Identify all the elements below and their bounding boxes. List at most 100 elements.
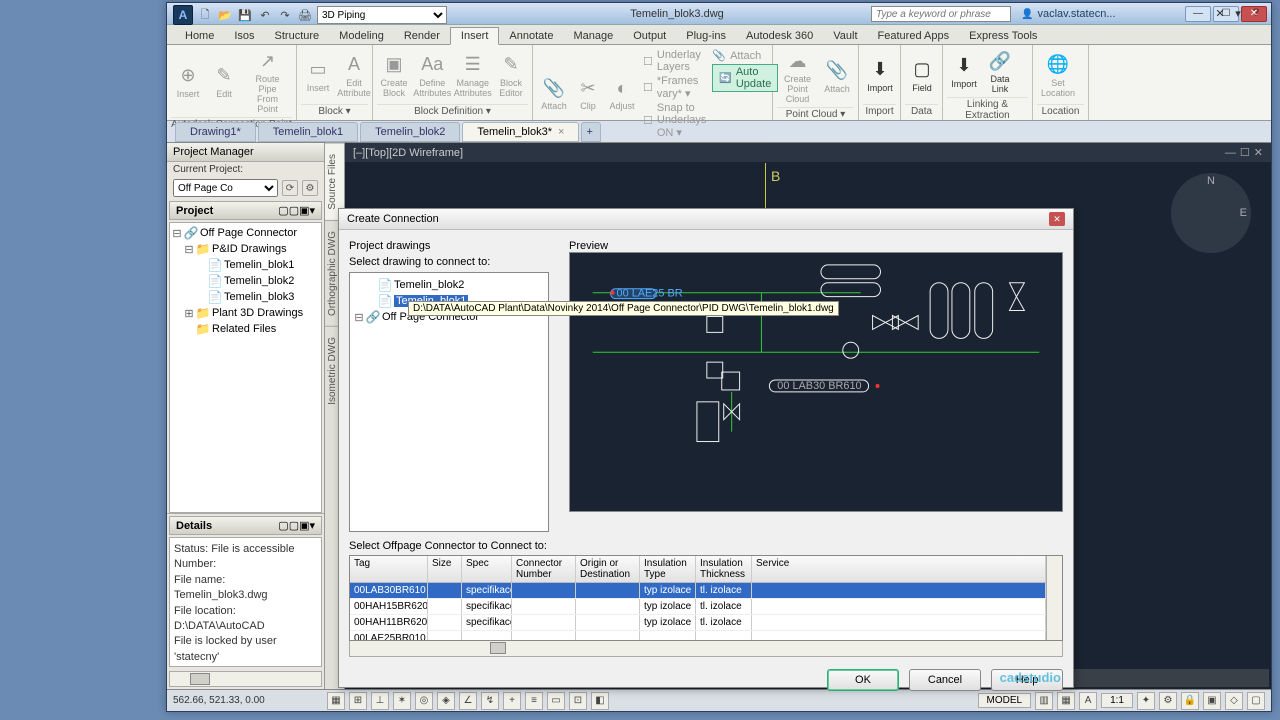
- model-space-button[interactable]: MODEL: [978, 693, 1032, 708]
- sb-grid-icon[interactable]: ⊞: [349, 692, 367, 710]
- sb-clean-icon[interactable]: ▢: [1247, 692, 1265, 710]
- ribbon-tab-annotate[interactable]: Annotate: [499, 28, 563, 44]
- sb-ducs-icon[interactable]: ↯: [481, 692, 499, 710]
- drawing-tab[interactable]: Temelin_blok1: [258, 122, 358, 142]
- sb-polar-icon[interactable]: ✶: [393, 692, 411, 710]
- ribbon-tab-autodesk-360[interactable]: Autodesk 360: [736, 28, 823, 44]
- edit-button[interactable]: AEditAttribute: [337, 47, 371, 104]
- ribbon-tab-isos[interactable]: Isos: [224, 28, 264, 44]
- grid-row[interactable]: 00HAH15BR620specifikacetyp izolacetl. iz…: [350, 599, 1046, 615]
- open-icon[interactable]: 📂: [217, 7, 233, 23]
- tree-node[interactable]: 📄Temelin_blok1: [172, 257, 319, 273]
- grid-row[interactable]: 00HAH11BR620specifikacetyp izolacetl. iz…: [350, 615, 1046, 631]
- grid-hscroll[interactable]: [349, 641, 1063, 657]
- sb-lock-icon[interactable]: 🔒: [1181, 692, 1199, 710]
- sb-ann-icon[interactable]: A: [1079, 692, 1097, 710]
- sb-lwt-icon[interactable]: ≡: [525, 692, 543, 710]
- undo-icon[interactable]: ↶: [257, 7, 273, 23]
- adjust-button[interactable]: ◐Adjust: [605, 47, 639, 141]
- import-button[interactable]: ⬇Import: [863, 47, 897, 104]
- drawing-tab[interactable]: Temelin_blok2: [360, 122, 460, 142]
- sb-layout-icon[interactable]: ▥: [1035, 692, 1053, 710]
- dialog-drawing-tree[interactable]: 📄Temelin_blok2📄Temelin_blok1⊟🔗Off Page C…: [349, 272, 549, 532]
- scale-button[interactable]: 1:1: [1101, 693, 1133, 708]
- tree-node[interactable]: 📄Temelin_blok3: [172, 289, 319, 305]
- ribbon-tab-express-tools[interactable]: Express Tools: [959, 28, 1047, 44]
- minimize-button[interactable]: —: [1185, 6, 1211, 22]
- search-input[interactable]: [871, 6, 1011, 22]
- ok-button[interactable]: OK: [827, 669, 899, 691]
- tree-node[interactable]: ⊟📁P&ID Drawings: [172, 241, 319, 257]
- save-icon[interactable]: 💾: [237, 7, 253, 23]
- sb-annvis-icon[interactable]: ✦: [1137, 692, 1155, 710]
- sb-ortho-icon[interactable]: ⊥: [371, 692, 389, 710]
- route-pipe-button[interactable]: ↗Route PipeFrom Point: [243, 47, 292, 117]
- workspace-select[interactable]: 3D Piping: [317, 6, 447, 24]
- help-dropdown-icon[interactable]: ▾: [1231, 6, 1245, 20]
- create-button[interactable]: ☁CreatePoint Cloud: [777, 47, 818, 107]
- data-button[interactable]: 🔗DataLink: [983, 47, 1017, 97]
- auto-update-toggle[interactable]: 🔄 Auto Update: [712, 64, 778, 92]
- import-button[interactable]: ⬇Import: [947, 47, 981, 97]
- ribbon-tab-home[interactable]: Home: [175, 28, 224, 44]
- sb-3dosnap-icon[interactable]: ◈: [437, 692, 455, 710]
- tree-node[interactable]: 📁Related Files: [172, 321, 319, 337]
- sb-hw-icon[interactable]: ▣: [1203, 692, 1221, 710]
- manage-button[interactable]: ☰ManageAttributes: [454, 47, 493, 104]
- ribbon-tab-render[interactable]: Render: [394, 28, 450, 44]
- dialog-tree-node[interactable]: 📄Temelin_blok2: [354, 277, 544, 293]
- new-icon[interactable]: 🗋: [197, 7, 213, 23]
- pm-hscroll[interactable]: [169, 671, 322, 687]
- grid-vscroll[interactable]: [1046, 556, 1062, 640]
- sb-snap-icon[interactable]: ▦: [327, 692, 345, 710]
- exchange-icon[interactable]: ✕: [1213, 6, 1227, 20]
- ribbon-tab-structure[interactable]: Structure: [265, 28, 330, 44]
- settings-icon[interactable]: ⚙: [302, 180, 318, 196]
- ribbon-tab-manage[interactable]: Manage: [563, 28, 623, 44]
- connector-grid[interactable]: TagSizeSpecConnectorNumberOrigin orDesti…: [349, 555, 1063, 641]
- ribbon-tab-insert[interactable]: Insert: [450, 27, 500, 45]
- create-button[interactable]: ▣CreateBlock: [377, 47, 411, 104]
- define-button[interactable]: AaDefineAttributes: [413, 47, 452, 104]
- sb-tpy-icon[interactable]: ▭: [547, 692, 565, 710]
- sb-iso-icon[interactable]: ◇: [1225, 692, 1243, 710]
- sb-ws-icon[interactable]: ⚙: [1159, 692, 1177, 710]
- sb-dyn-icon[interactable]: +: [503, 692, 521, 710]
- dialog-close-button[interactable]: ✕: [1049, 212, 1065, 226]
- ribbon-tab-plug-ins[interactable]: Plug-ins: [676, 28, 736, 44]
- insert-button[interactable]: ▭Insert: [301, 47, 335, 104]
- sb-osnap-icon[interactable]: ◎: [415, 692, 433, 710]
- sb-qv-icon[interactable]: ▦: [1057, 692, 1075, 710]
- sb-qp-icon[interactable]: ⊡: [569, 692, 587, 710]
- tree-node[interactable]: ⊟🔗Off Page Connector: [172, 225, 319, 241]
- field-button[interactable]: ▢Field: [905, 47, 939, 104]
- sb-sc-icon[interactable]: ◧: [591, 692, 609, 710]
- ribbon-tab-featured-apps[interactable]: Featured Apps: [868, 28, 960, 44]
- project-tree[interactable]: ⊟🔗Off Page Connector⊟📁P&ID Drawings📄Teme…: [169, 222, 322, 513]
- refresh-icon[interactable]: ⟳: [282, 180, 298, 196]
- tree-node[interactable]: ⊞📁Plant 3D Drawings: [172, 305, 319, 321]
- grid-row[interactable]: 00LAB30BR610specifikacetyp izolacetl. iz…: [350, 583, 1046, 599]
- user-info[interactable]: 👤 vaclav.statecn...: [1021, 6, 1181, 22]
- vp-maximize-icon[interactable]: ☐: [1240, 147, 1250, 159]
- block-button[interactable]: ✎BlockEditor: [494, 47, 528, 104]
- app-logo[interactable]: A: [173, 5, 193, 25]
- cancel-button[interactable]: Cancel: [909, 669, 981, 691]
- vp-minimize-icon[interactable]: —: [1225, 147, 1236, 159]
- ribbon-tab-vault[interactable]: Vault: [823, 28, 867, 44]
- set-button[interactable]: 🌐SetLocation: [1037, 47, 1079, 104]
- attach-button[interactable]: 📎Attach: [820, 47, 854, 107]
- drawing-tab[interactable]: Temelin_blok3*×: [462, 122, 579, 142]
- ribbon-tab-modeling[interactable]: Modeling: [329, 28, 394, 44]
- tree-node[interactable]: 📄Temelin_blok2: [172, 273, 319, 289]
- redo-icon[interactable]: ↷: [277, 7, 293, 23]
- project-select[interactable]: Off Page Co: [173, 179, 278, 197]
- new-tab-button[interactable]: +: [581, 122, 601, 142]
- print-icon[interactable]: 🖨: [297, 7, 313, 23]
- insert-button[interactable]: ⊕Insert: [171, 47, 205, 117]
- edit-button[interactable]: ✎Edit: [207, 47, 241, 117]
- sb-otrack-icon[interactable]: ∠: [459, 692, 477, 710]
- view-cube[interactable]: NE: [1171, 173, 1251, 253]
- help-icon[interactable]: ?: [1249, 6, 1263, 20]
- ribbon-tab-output[interactable]: Output: [623, 28, 676, 44]
